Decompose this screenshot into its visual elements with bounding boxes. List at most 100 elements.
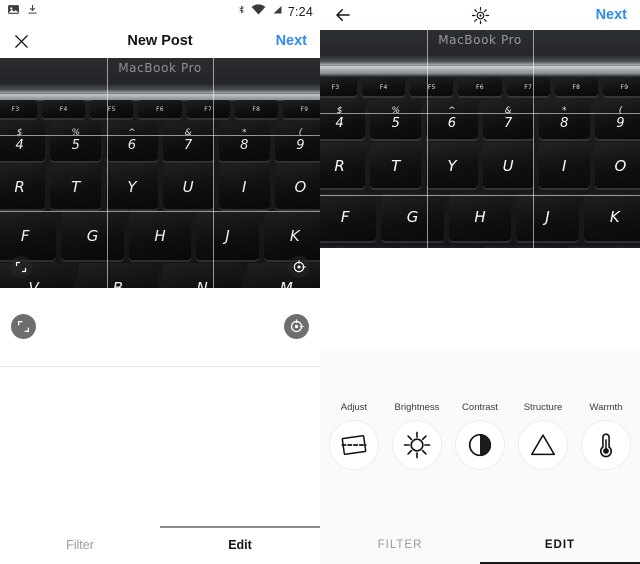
key-letter: B <box>78 263 158 288</box>
key-letter: H <box>448 193 512 241</box>
tab-edit-label: Edit <box>228 538 252 552</box>
image-icon <box>7 3 20 21</box>
keyboard-letter-row-3: V B N M <box>0 263 320 288</box>
key-letter: N <box>162 263 242 288</box>
key-letter: I <box>538 143 590 188</box>
key-letter: R <box>320 143 366 188</box>
key-letter: F <box>0 212 57 260</box>
tab-filter[interactable]: Filter <box>0 526 160 564</box>
key-number: * 8 <box>538 99 590 139</box>
key-letter: U <box>162 164 214 209</box>
macbook-pro-label: MacBook Pro <box>118 61 202 75</box>
adjust-icon[interactable] <box>329 420 379 470</box>
laptop-hinge-strip <box>320 66 640 72</box>
key-letter: F <box>320 193 377 241</box>
photo-preview[interactable]: MacBook Pro F3 F4 F5 F6 F7 F8 F9 $4 % 5 ^… <box>0 58 320 288</box>
keyboard-number-row: $4 % 5 ^ 6 & 7 * 8 (9 <box>0 121 320 161</box>
key-number: % 5 <box>370 99 422 139</box>
key-fn: F9 <box>602 78 640 96</box>
close-icon[interactable] <box>13 33 30 50</box>
right-panel-edit: Next MacBook Pro F3 F4 F5 F6 F7 F8 F9 $4 <box>320 0 640 564</box>
structure-icon[interactable] <box>518 420 568 470</box>
key-letter: I <box>218 164 270 209</box>
photo-expand-button[interactable] <box>10 256 32 278</box>
photo-image: MacBook Pro F3 F4 F5 F6 F7 F8 F9 $4 % 5 ^… <box>0 58 320 288</box>
back-arrow-icon[interactable] <box>333 6 353 24</box>
keyboard-letter-row-2: F G H J K <box>320 193 640 241</box>
key-symbol: & <box>504 106 512 117</box>
key-letter: G <box>381 193 444 241</box>
rotate-button[interactable] <box>284 314 309 339</box>
tab-edit[interactable]: Edit <box>160 526 320 564</box>
left-tab-bar: Filter Edit <box>0 526 320 564</box>
rotate-icon <box>290 319 304 333</box>
key-fn: F7 <box>506 78 550 96</box>
status-bar: 7:24 <box>0 0 320 24</box>
key-letter: T <box>370 143 422 188</box>
key-symbol: ^ <box>128 128 136 139</box>
edit-tool-brightness[interactable]: Brightness <box>389 402 445 470</box>
divider <box>0 366 320 367</box>
key-symbol: % <box>391 106 401 117</box>
key-digit: 7 <box>183 137 193 153</box>
key-number: $4 <box>320 99 366 139</box>
expand-icon <box>17 320 30 333</box>
edit-tool-contrast[interactable]: Contrast <box>452 402 508 470</box>
key-number: % 5 <box>50 121 102 161</box>
expand-button[interactable] <box>11 314 36 339</box>
key-letter: O <box>594 143 640 188</box>
keyboard-letter-row-1: R T Y U I O <box>320 143 640 188</box>
wifi-icon <box>251 3 266 21</box>
key-fn: F3 <box>0 100 38 118</box>
edit-tool-warmth[interactable]: Warmth <box>578 402 634 470</box>
key-number: (9 <box>274 121 320 161</box>
key-symbol: * <box>562 106 567 117</box>
key-fn: F5 <box>410 78 454 96</box>
edit-tool-label: Warmth <box>589 402 623 413</box>
key-symbol: * <box>242 128 247 139</box>
edit-tool-adjust[interactable]: Adjust <box>326 402 382 470</box>
edit-tool-structure[interactable]: Structure <box>515 402 571 470</box>
download-icon <box>27 3 38 21</box>
key-number: ^ 6 <box>426 99 478 139</box>
edit-tool-label: Brightness <box>394 402 440 413</box>
photo-rotate-button[interactable] <box>288 256 310 278</box>
key-number: & 7 <box>162 121 214 161</box>
key-fn: F8 <box>554 78 598 96</box>
keyboard-function-row: F3 F4 F5 F6 F7 F8 F9 <box>0 100 320 118</box>
key-digit: 5 <box>391 115 400 131</box>
status-bar-right-icons: 7:24 <box>237 3 313 21</box>
key-fn: F8 <box>234 100 278 118</box>
right-tab-bar: FILTER EDIT <box>320 526 640 564</box>
expand-icon <box>15 261 27 273</box>
key-digit: 6 <box>447 115 457 131</box>
key-symbol: ( <box>298 128 303 139</box>
next-button[interactable]: Next <box>276 33 307 49</box>
key-letter: G <box>61 212 124 260</box>
key-symbol: ^ <box>448 106 456 117</box>
warmth-icon[interactable] <box>581 420 631 470</box>
key-digit: 5 <box>71 137 80 153</box>
contrast-icon[interactable] <box>455 420 505 470</box>
key-fn: F7 <box>186 100 230 118</box>
key-fn: F6 <box>138 100 182 118</box>
photo-controls-row <box>0 288 320 366</box>
status-bar-left-icons <box>7 3 38 21</box>
bluetooth-icon <box>237 3 246 21</box>
brightness-icon[interactable] <box>392 420 442 470</box>
key-number: & 7 <box>482 99 534 139</box>
photo-image: MacBook Pro F3 F4 F5 F6 F7 F8 F9 $4 % 5 ^… <box>320 30 640 278</box>
tab-filter-label: FILTER <box>377 539 423 551</box>
page-title: New Post <box>127 33 193 49</box>
status-bar-clock: 7:24 <box>287 5 313 19</box>
brightness-icon <box>320 6 640 25</box>
photo-preview[interactable]: MacBook Pro F3 F4 F5 F6 F7 F8 F9 $4 % 5 ^… <box>320 30 640 278</box>
keyboard-letter-row-1: R T Y U I O <box>0 164 320 209</box>
tab-filter[interactable]: FILTER <box>320 526 480 564</box>
next-button[interactable]: Next <box>596 7 627 23</box>
key-number: $4 <box>0 121 46 161</box>
key-symbol: $ <box>16 128 23 139</box>
tab-edit[interactable]: EDIT <box>480 526 640 564</box>
left-nav-bar: New Post Next <box>0 24 320 58</box>
key-digit: 4 <box>335 115 344 131</box>
